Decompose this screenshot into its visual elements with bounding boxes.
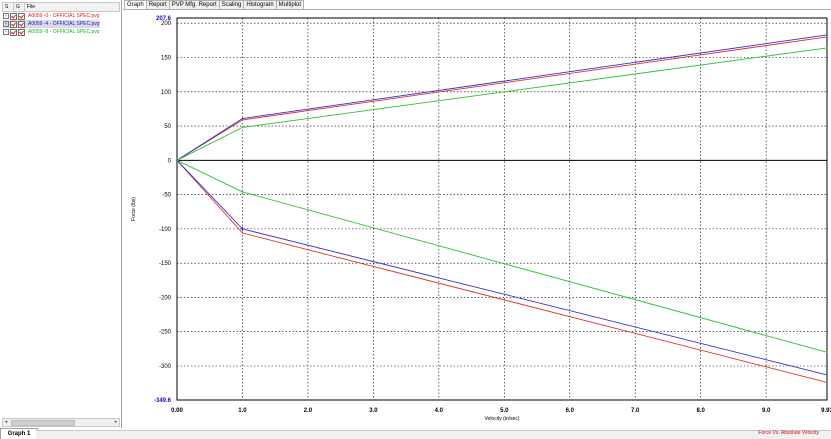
data-point: [826, 381, 828, 384]
expand-icon[interactable]: +: [3, 29, 9, 35]
y-tick-label: -200: [159, 295, 172, 301]
expand-icon[interactable]: +: [3, 13, 9, 19]
data-point: [826, 47, 828, 49]
y-tick-label: 200: [161, 21, 172, 27]
file-list-header: S G File: [2, 2, 120, 12]
show-checkbox[interactable]: [10, 28, 17, 36]
tab-graph[interactable]: Graph: [124, 0, 147, 9]
y-tick-label: -349.6: [154, 398, 172, 404]
graph-checkbox[interactable]: [18, 20, 25, 28]
y-tick-label: -100: [159, 227, 172, 233]
show-checkbox[interactable]: [10, 12, 17, 20]
data-point: [241, 126, 244, 129]
x-tick-label: 9.93: [821, 408, 831, 414]
x-tick-label: 0.00: [171, 408, 183, 414]
y-tick-label: 100: [161, 90, 172, 96]
graph-checkbox[interactable]: [18, 28, 25, 36]
data-point: [826, 351, 828, 354]
tab-graph-1[interactable]: Graph 1: [0, 428, 38, 439]
file-name: A0059 -0 - OFFICIAL SPEC.pvp: [28, 13, 100, 19]
column-header-g[interactable]: G: [14, 3, 25, 11]
file-name: A0059 -4 - OFFICIAL SPEC.pvp: [28, 21, 100, 27]
x-tick-label: 1.0: [238, 408, 247, 414]
x-tick-label: 4.0: [435, 408, 444, 414]
data-point: [176, 159, 178, 162]
y-tick-label: 50: [164, 124, 171, 130]
graph-checkbox[interactable]: [18, 12, 25, 20]
column-header-file[interactable]: File: [25, 3, 37, 11]
x-tick-label: 3.0: [369, 408, 378, 414]
y-tick-label: -250: [159, 330, 172, 336]
y-axis-title: Force (lbs): [131, 197, 137, 221]
x-tick-label: 8.0: [696, 408, 705, 414]
file-row[interactable]: + A0059 -4 - OFFICIAL SPEC.pvp: [3, 20, 100, 28]
scroll-left-icon[interactable]: ◂: [3, 419, 9, 426]
scroll-thumb[interactable]: [11, 420, 75, 426]
tab-report[interactable]: Report: [145, 0, 170, 9]
chart-area: 0.001.02.03.04.05.06.07.08.09.09.93207.6…: [123, 9, 831, 429]
data-point: [241, 117, 244, 120]
data-point: [241, 191, 244, 193]
data-point: [241, 232, 244, 234]
file-row[interactable]: + A0059 -0 - OFFICIAL SPEC.pvp: [3, 12, 100, 20]
force-velocity-chart: 0.001.02.03.04.05.06.07.08.09.09.93207.6…: [131, 16, 831, 422]
y-tick-label: 150: [161, 55, 172, 61]
y-tick-label: -50: [162, 193, 171, 199]
show-checkbox[interactable]: [10, 20, 17, 28]
column-header-s[interactable]: S: [3, 3, 14, 11]
data-point: [826, 36, 828, 38]
scroll-right-icon[interactable]: ▸: [113, 419, 119, 426]
y-tick-label: 0: [168, 158, 172, 164]
file-name: A0059 -8 - OFFICIAL SPEC.pvp: [28, 29, 100, 35]
x-tick-label: 5.0: [500, 408, 509, 414]
data-point: [826, 374, 828, 376]
tab-pvp-mfg-report[interactable]: PVP Mfg. Report: [168, 0, 220, 9]
graph-title-label: Force Vs. Absolute Velocity: [758, 430, 819, 436]
y-tick-label: -150: [159, 261, 172, 267]
x-tick-label: 6.0: [566, 408, 575, 414]
y-tick-label: -300: [159, 364, 172, 370]
data-point: [826, 34, 828, 36]
tab-histogram[interactable]: Histogram: [243, 0, 277, 9]
file-list-panel: S G File + A0059 -0 - OFFICIAL SPEC.pvp …: [0, 0, 122, 428]
x-axis-title: Velocity (in/sec): [484, 416, 519, 422]
x-tick-label: 9.0: [762, 408, 771, 414]
view-tabs: Graph Report PVP Mfg. Report Scaling His…: [124, 0, 304, 9]
tab-scaling[interactable]: Scaling: [218, 0, 245, 9]
x-tick-label: 2.0: [304, 408, 313, 414]
x-tick-label: 7.0: [631, 408, 640, 414]
file-row[interactable]: + A0059 -8 - OFFICIAL SPEC.pvp: [3, 28, 100, 36]
plot-frame: [176, 17, 828, 401]
expand-icon[interactable]: +: [3, 21, 9, 27]
horizontal-scrollbar[interactable]: ◂ ▸: [2, 418, 120, 427]
tab-multiplot[interactable]: Multiplot: [275, 0, 304, 9]
